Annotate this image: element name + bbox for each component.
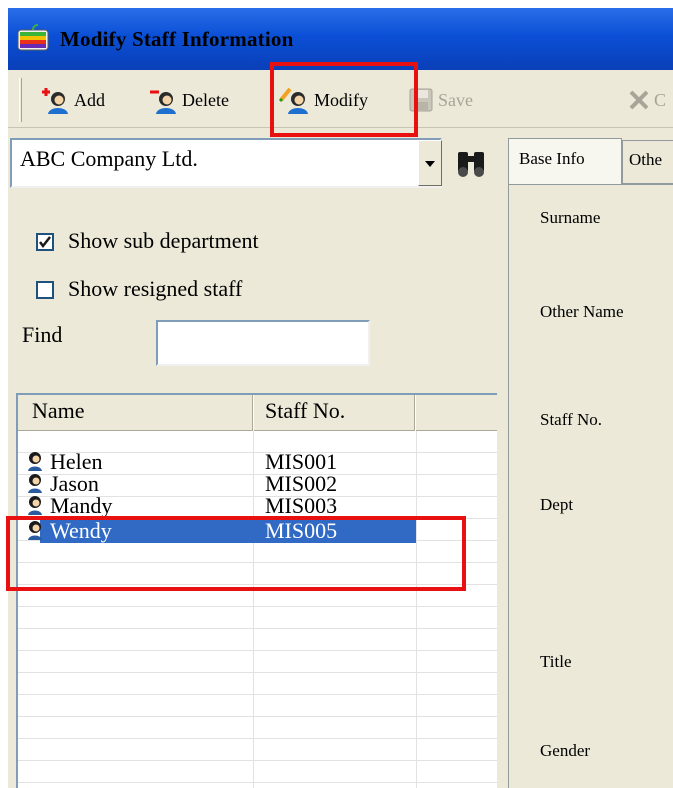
table-row[interactable]: Mandy MIS003 (18, 493, 496, 518)
add-staff-icon (42, 88, 68, 114)
grid-line (18, 760, 497, 761)
dept-label: Dept (540, 495, 574, 514)
company-dropdown-button[interactable] (418, 140, 442, 186)
show-resigned-staff-checkbox[interactable] (36, 281, 54, 299)
title-label: Title (540, 652, 572, 671)
show-resigned-staff-label: Show resigned staff (68, 276, 243, 301)
other-name-label: Other Name (540, 302, 624, 321)
grid-line (18, 738, 497, 739)
company-select-value: ABC Company Ltd. (20, 146, 198, 171)
grid-line (18, 650, 497, 651)
tab-base-info[interactable]: Base Info (508, 138, 622, 184)
show-sub-department-label: Show sub department (68, 228, 259, 253)
table-row[interactable]: Jason MIS002 (18, 471, 496, 496)
table-row[interactable]: Helen MIS001 (18, 449, 496, 474)
gender-label: Gender (540, 741, 591, 760)
grid-line (18, 694, 497, 695)
staff-no-label: Staff No. (540, 410, 603, 429)
binoculars-icon (458, 152, 484, 177)
staff-person-icon (28, 496, 42, 515)
save-button-label: Save (438, 89, 473, 110)
surname-label: Surname (540, 208, 601, 227)
staff-list-header (18, 395, 497, 431)
grid-line (18, 606, 497, 607)
tab-panel-base-info (508, 184, 673, 788)
cancel-icon (629, 90, 649, 110)
selected-row-highlight-box (6, 516, 466, 591)
tab-other[interactable]: Othe (622, 140, 673, 184)
cancel-button[interactable]: C (628, 80, 666, 120)
column-separator[interactable] (414, 395, 416, 431)
find-label: Find (22, 322, 63, 347)
column-separator[interactable] (252, 395, 254, 431)
staff-person-icon (28, 474, 42, 493)
window-left-edge (0, 0, 8, 788)
app-icon (17, 24, 49, 51)
window-title: Modify Staff Information (60, 27, 294, 51)
staff-person-icon (28, 452, 42, 471)
toolbar-grip[interactable] (19, 78, 22, 122)
delete-staff-icon (150, 90, 176, 114)
add-button-label: Add (74, 89, 105, 110)
find-company-button[interactable] (448, 138, 494, 188)
modify-highlight-box (270, 62, 418, 137)
show-sub-department-checkbox[interactable] (36, 233, 54, 251)
cancel-button-label: C (654, 89, 667, 110)
grid-line (18, 672, 497, 673)
chevron-down-icon (425, 161, 435, 167)
grid-line (18, 782, 497, 783)
column-header-name[interactable]: Name (32, 398, 85, 424)
find-input[interactable] (156, 320, 370, 366)
column-header-staff-no[interactable]: Staff No. (265, 398, 345, 424)
company-select[interactable]: ABC Company Ltd. (10, 138, 442, 188)
grid-line (18, 716, 497, 717)
checkmark-icon (39, 236, 51, 249)
grid-line (18, 628, 497, 629)
window-top-edge (0, 0, 673, 8)
add-button[interactable]: Add (40, 80, 105, 120)
delete-button[interactable]: Delete (148, 80, 229, 120)
delete-button-label: Delete (182, 89, 229, 110)
